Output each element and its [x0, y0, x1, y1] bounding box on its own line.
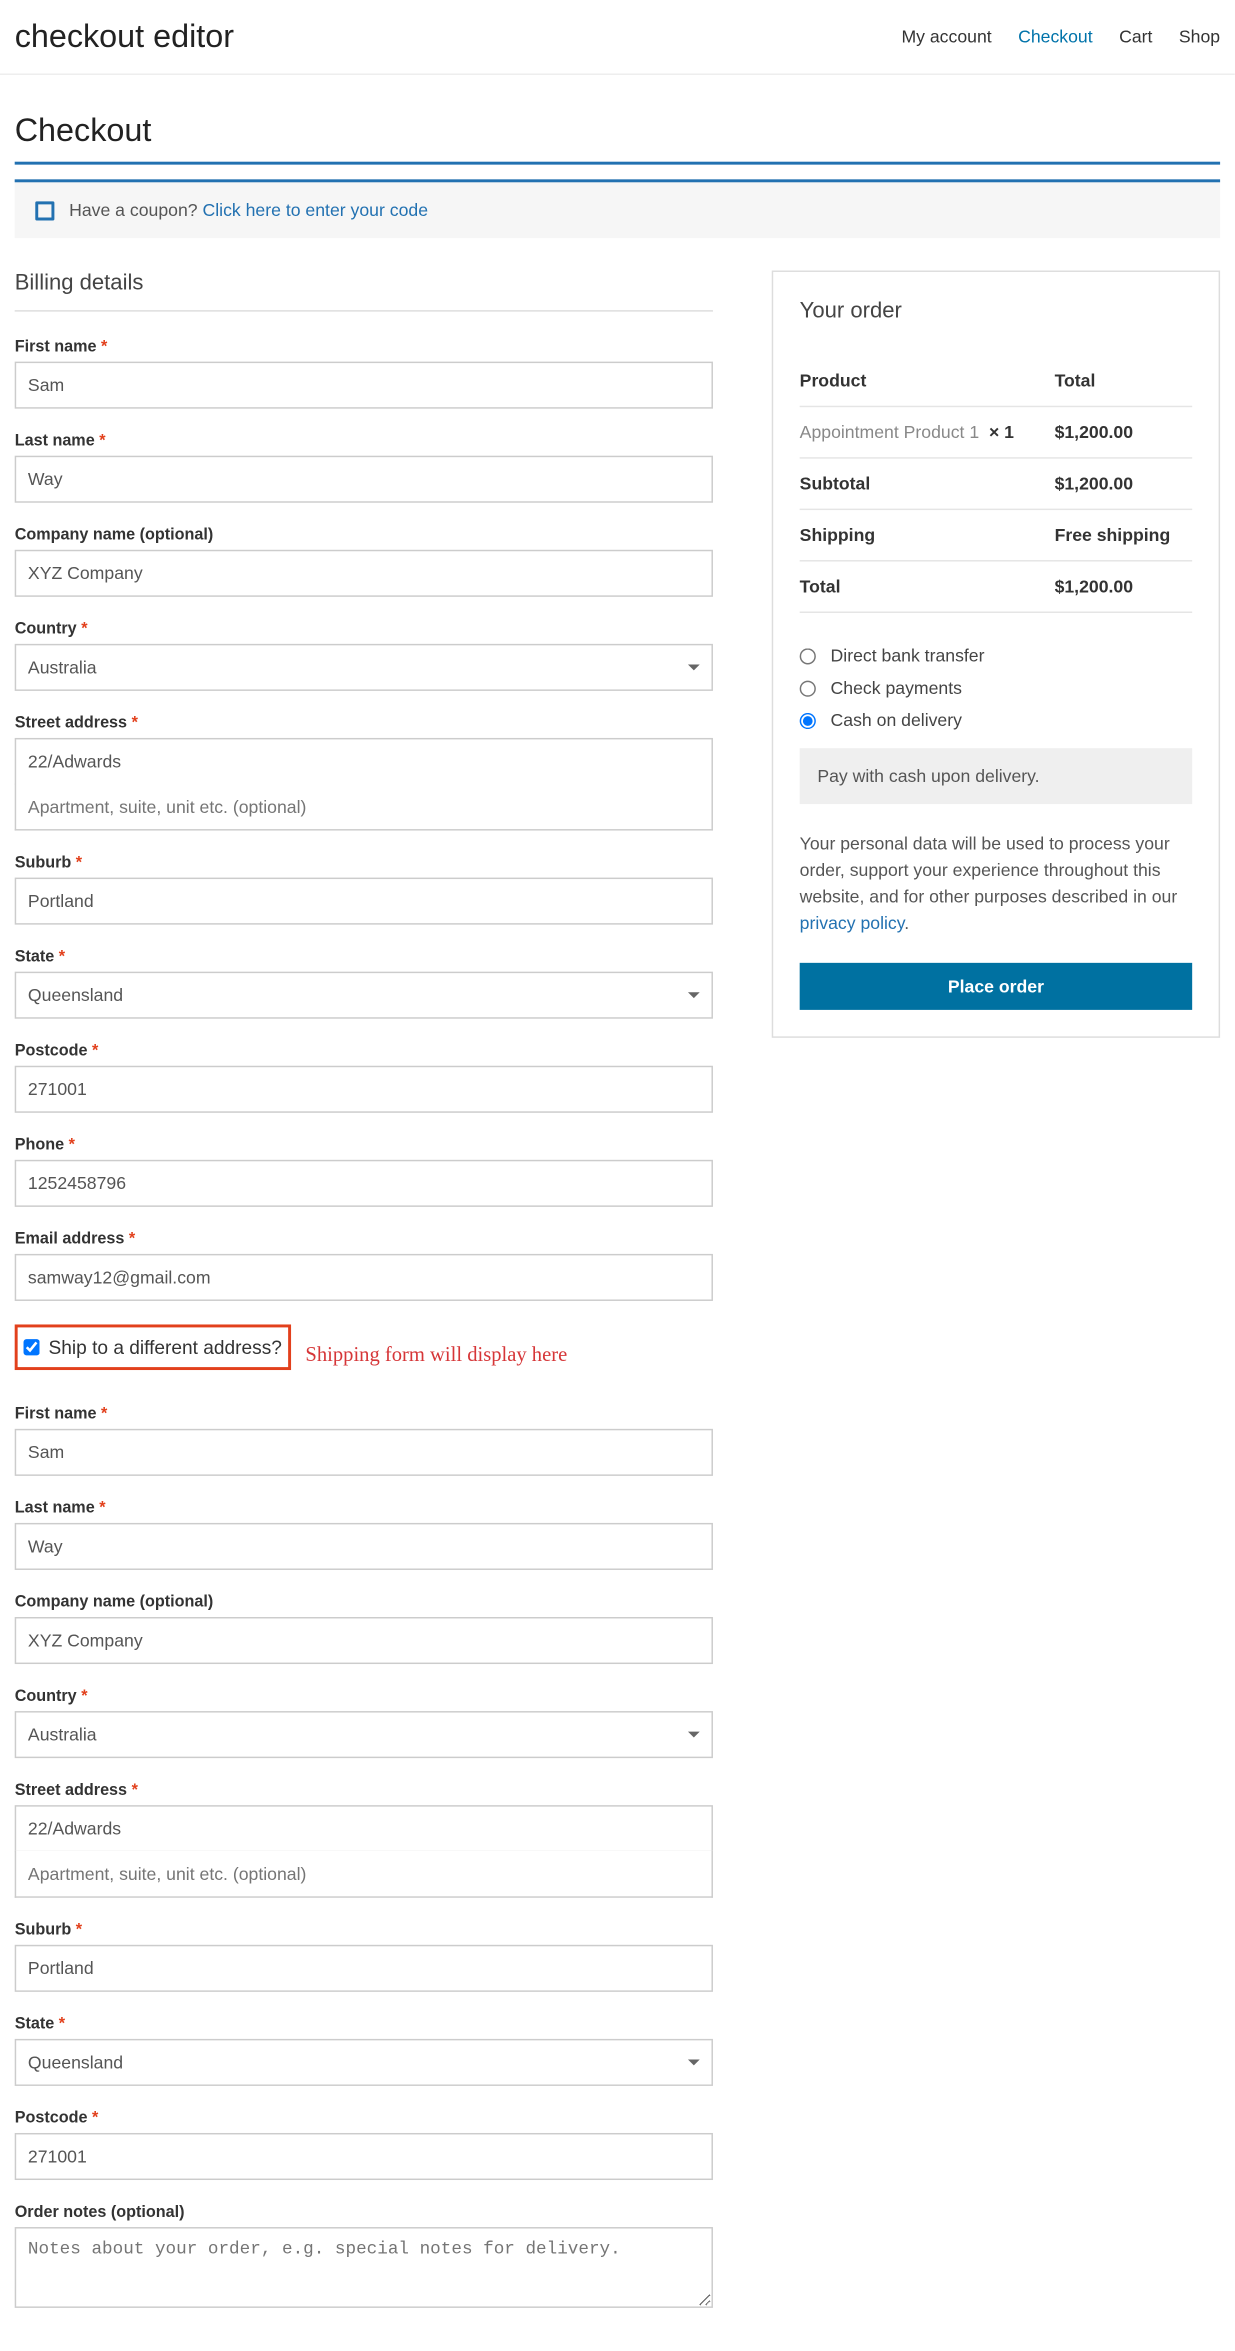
ship-state-label: State * — [15, 2015, 713, 2033]
order-notes-label: Order notes (optional) — [15, 2204, 713, 2222]
main-nav: My account Checkout Cart Shop — [901, 26, 1220, 47]
ship-state-value: Queensland — [28, 2052, 123, 2073]
pay-bank-radio[interactable] — [800, 648, 816, 664]
last-name-field[interactable] — [15, 456, 713, 503]
pay-check-label: Check payments — [831, 678, 962, 699]
ship-different-checkbox[interactable] — [24, 1339, 40, 1355]
order-item-name: Appointment Product 1 — [800, 422, 979, 443]
privacy-text: Your personal data will be used to proce… — [800, 831, 1192, 937]
state-label: State * — [15, 948, 713, 966]
coupon-icon — [35, 201, 54, 220]
coupon-have-text: Have a coupon? — [69, 200, 197, 221]
nav-cart[interactable]: Cart — [1119, 26, 1152, 47]
order-notes-field[interactable] — [15, 2227, 713, 2308]
chevron-down-icon — [688, 1732, 700, 1738]
shipping-value: Free shipping — [1055, 525, 1171, 546]
ship-suburb-field[interactable] — [15, 1945, 713, 1992]
ship-different-toggle-box: Ship to a different address? — [15, 1324, 291, 1370]
site-title: checkout editor — [15, 18, 234, 56]
ship-country-select[interactable]: Australia — [15, 1711, 713, 1758]
company-field[interactable] — [15, 550, 713, 597]
ship-last-name-field[interactable] — [15, 1523, 713, 1570]
nav-shop[interactable]: Shop — [1179, 26, 1220, 47]
email-label: Email address * — [15, 1230, 713, 1248]
coupon-link[interactable]: Click here to enter your code — [202, 200, 428, 221]
ship-country-value: Australia — [28, 1724, 97, 1745]
pay-cod-radio[interactable] — [800, 712, 816, 728]
ship-postcode-label: Postcode * — [15, 2109, 713, 2127]
ship-first-name-label: First name * — [15, 1405, 713, 1423]
total-value: $1,200.00 — [1055, 576, 1133, 597]
street-field-2[interactable] — [15, 784, 713, 831]
order-item-name-cell: Appointment Product 1 × 1 — [800, 406, 1055, 457]
ship-company-field[interactable] — [15, 1617, 713, 1664]
nav-my-account[interactable]: My account — [901, 26, 991, 47]
annotation-text: Shipping form will display here — [305, 1344, 567, 1368]
suburb-label: Suburb * — [15, 854, 713, 872]
order-item-qty: × 1 — [989, 422, 1014, 443]
chevron-down-icon — [688, 992, 700, 998]
pay-description: Pay with cash upon delivery. — [800, 748, 1192, 804]
payment-methods: Direct bank transfer Check payments Cash… — [800, 639, 1192, 804]
subtotal-label: Subtotal — [800, 458, 1055, 509]
ship-company-label: Company name (optional) — [15, 1593, 713, 1611]
chevron-down-icon — [688, 664, 700, 670]
email-field[interactable] — [15, 1254, 713, 1301]
col-product: Product — [800, 356, 1055, 407]
pay-check-radio[interactable] — [800, 680, 816, 696]
country-label: Country * — [15, 620, 713, 638]
pay-cod-label: Cash on delivery — [831, 710, 962, 731]
last-name-label: Last name * — [15, 432, 713, 450]
country-select[interactable]: Australia — [15, 644, 713, 691]
title-underline — [15, 162, 1220, 165]
ship-first-name-field[interactable] — [15, 1429, 713, 1476]
page-title: Checkout — [15, 112, 1220, 150]
pay-bank-label: Direct bank transfer — [831, 645, 985, 666]
postcode-field[interactable] — [15, 1066, 713, 1113]
first-name-field[interactable] — [15, 362, 713, 409]
billing-heading: Billing details — [15, 270, 713, 311]
country-value: Australia — [28, 657, 97, 678]
order-table: Product Total Appointment Product 1 × 1 … — [800, 356, 1192, 613]
phone-label: Phone * — [15, 1136, 713, 1154]
postcode-label: Postcode * — [15, 1042, 713, 1060]
shipping-label: Shipping — [800, 509, 1055, 560]
ship-different-label: Ship to a different address? — [49, 1336, 282, 1358]
order-heading: Your order — [800, 298, 1192, 323]
col-total: Total — [1055, 356, 1193, 407]
state-value: Queensland — [28, 985, 123, 1006]
ship-last-name-label: Last name * — [15, 1499, 713, 1517]
total-label: Total — [800, 561, 1055, 612]
privacy-link[interactable]: privacy policy — [800, 913, 905, 934]
ship-suburb-label: Suburb * — [15, 1921, 713, 1939]
coupon-notice: Have a coupon? Click here to enter your … — [15, 179, 1220, 238]
ship-country-label: Country * — [15, 1688, 713, 1706]
ship-street-field-1[interactable] — [15, 1805, 713, 1852]
order-item-total: $1,200.00 — [1055, 422, 1133, 443]
ship-street-label: Street address * — [15, 1782, 713, 1800]
phone-field[interactable] — [15, 1160, 713, 1207]
ship-postcode-field[interactable] — [15, 2133, 713, 2180]
nav-checkout[interactable]: Checkout — [1018, 26, 1093, 47]
chevron-down-icon — [688, 2059, 700, 2065]
first-name-label: First name * — [15, 338, 713, 356]
suburb-field[interactable] — [15, 878, 713, 925]
ship-street-field-2[interactable] — [15, 1851, 713, 1898]
subtotal-value: $1,200.00 — [1055, 473, 1133, 494]
place-order-button[interactable]: Place order — [800, 963, 1192, 1010]
company-label: Company name (optional) — [15, 526, 713, 544]
state-select[interactable]: Queensland — [15, 972, 713, 1019]
street-field-1[interactable] — [15, 738, 713, 785]
ship-state-select[interactable]: Queensland — [15, 2039, 713, 2086]
street-label: Street address * — [15, 714, 713, 732]
